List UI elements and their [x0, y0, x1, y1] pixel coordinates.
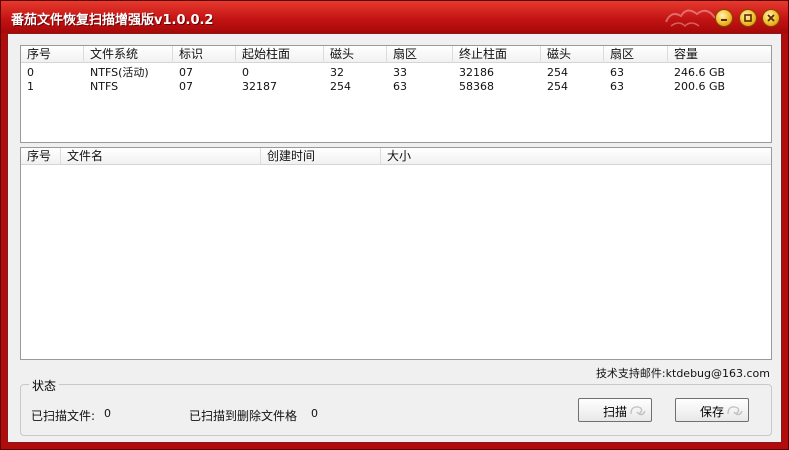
column-header-index[interactable]: 序号 [21, 46, 84, 63]
scan-button[interactable]: 扫描 [578, 398, 652, 422]
scan-button-label: 扫描 [603, 405, 628, 419]
column-header-filesystem[interactable]: 文件系统 [84, 46, 173, 63]
column-header-end-cylinder[interactable]: 终止柱面 [453, 46, 541, 63]
cell-filesystem: NTFS(活动) [90, 66, 149, 79]
cell-flag: 07 [179, 80, 193, 93]
cell-start-head: 32 [330, 66, 344, 79]
scanned-files-label: 已扫描文件: [31, 409, 96, 423]
column-header-flag[interactable]: 标识 [173, 46, 236, 63]
cell-start-cylinder: 0 [242, 66, 249, 79]
save-button-label: 保存 [700, 405, 725, 419]
window-title: 番茄文件恢复扫描增强版v1.0.0.2 [11, 13, 214, 28]
column-header-capacity[interactable]: 容量 [668, 46, 771, 63]
maximize-icon [744, 14, 752, 22]
cell-end-sector: 63 [610, 80, 624, 93]
main-panel: 序号 文件系统 标识 起始柱面 磁头 扇区 终止柱面 磁头 扇区 容量 0 NT… [7, 33, 782, 443]
cell-end-head: 254 [547, 80, 568, 93]
cell-index: 0 [27, 66, 34, 79]
table-row[interactable]: 1 NTFS 07 32187 254 63 58368 254 63 200.… [21, 80, 771, 94]
cell-capacity: 200.6 GB [674, 80, 726, 93]
column-header-start-cylinder[interactable]: 起始柱面 [236, 46, 324, 63]
cloud-pattern-icon [665, 9, 716, 28]
support-email: 技术支持邮件:ktdebug@163.com [595, 367, 770, 380]
swirl-decoration-icon [630, 406, 646, 416]
column-header-end-sector[interactable]: 扇区 [604, 46, 668, 63]
cell-flag: 07 [179, 66, 193, 79]
save-button[interactable]: 保存 [675, 398, 749, 422]
column-header-start-sector[interactable]: 扇区 [387, 46, 453, 63]
cell-capacity: 246.6 GB [674, 66, 726, 79]
scanned-files-count: 0 [104, 407, 111, 420]
partition-list[interactable]: 序号 文件系统 标识 起始柱面 磁头 扇区 终止柱面 磁头 扇区 容量 0 NT… [20, 45, 772, 143]
cell-filesystem: NTFS [90, 80, 119, 93]
column-header-end-head[interactable]: 磁头 [541, 46, 604, 63]
partition-list-header: 序号 文件系统 标识 起始柱面 磁头 扇区 终止柱面 磁头 扇区 容量 [21, 46, 771, 63]
minimize-button[interactable] [715, 9, 733, 27]
cell-end-cylinder: 32186 [459, 66, 494, 79]
title-bar[interactable]: 番茄文件恢复扫描增强版v1.0.0.2 [1, 1, 788, 33]
cell-start-sector: 33 [393, 66, 407, 79]
cell-end-cylinder: 58368 [459, 80, 494, 93]
cell-start-head: 254 [330, 80, 351, 93]
file-list[interactable]: 序号 文件名 创建时间 大小 [20, 147, 772, 360]
status-group-label: 状态 [29, 377, 60, 394]
swirl-decoration-icon [727, 406, 743, 416]
cell-start-sector: 63 [393, 80, 407, 93]
status-group: 状态 已扫描文件: 0 已扫描到删除文件格 0 扫描 保存 [20, 377, 772, 436]
close-icon [767, 14, 775, 22]
maximize-button[interactable] [739, 9, 757, 27]
column-header-start-head[interactable]: 磁头 [324, 46, 387, 63]
table-row[interactable]: 0 NTFS(活动) 07 0 32 33 32186 254 63 246.6… [21, 66, 771, 80]
column-header-size[interactable]: 大小 [381, 148, 771, 165]
close-button[interactable] [762, 9, 780, 27]
column-header-created-time[interactable]: 创建时间 [261, 148, 381, 165]
app-window: 番茄文件恢复扫描增强版v1.0.0.2 序号 文件系统 标识 起始柱面 磁头 扇… [0, 0, 789, 450]
file-list-header: 序号 文件名 创建时间 大小 [21, 148, 771, 165]
column-header-file-name[interactable]: 文件名 [61, 148, 261, 165]
minimize-icon [721, 19, 727, 21]
deleted-files-count: 0 [311, 407, 318, 420]
cell-end-head: 254 [547, 66, 568, 79]
cell-index: 1 [27, 80, 34, 93]
column-header-file-index[interactable]: 序号 [21, 148, 61, 165]
cell-end-sector: 63 [610, 66, 624, 79]
deleted-files-label: 已扫描到删除文件格 [189, 409, 298, 423]
cell-start-cylinder: 32187 [242, 80, 277, 93]
